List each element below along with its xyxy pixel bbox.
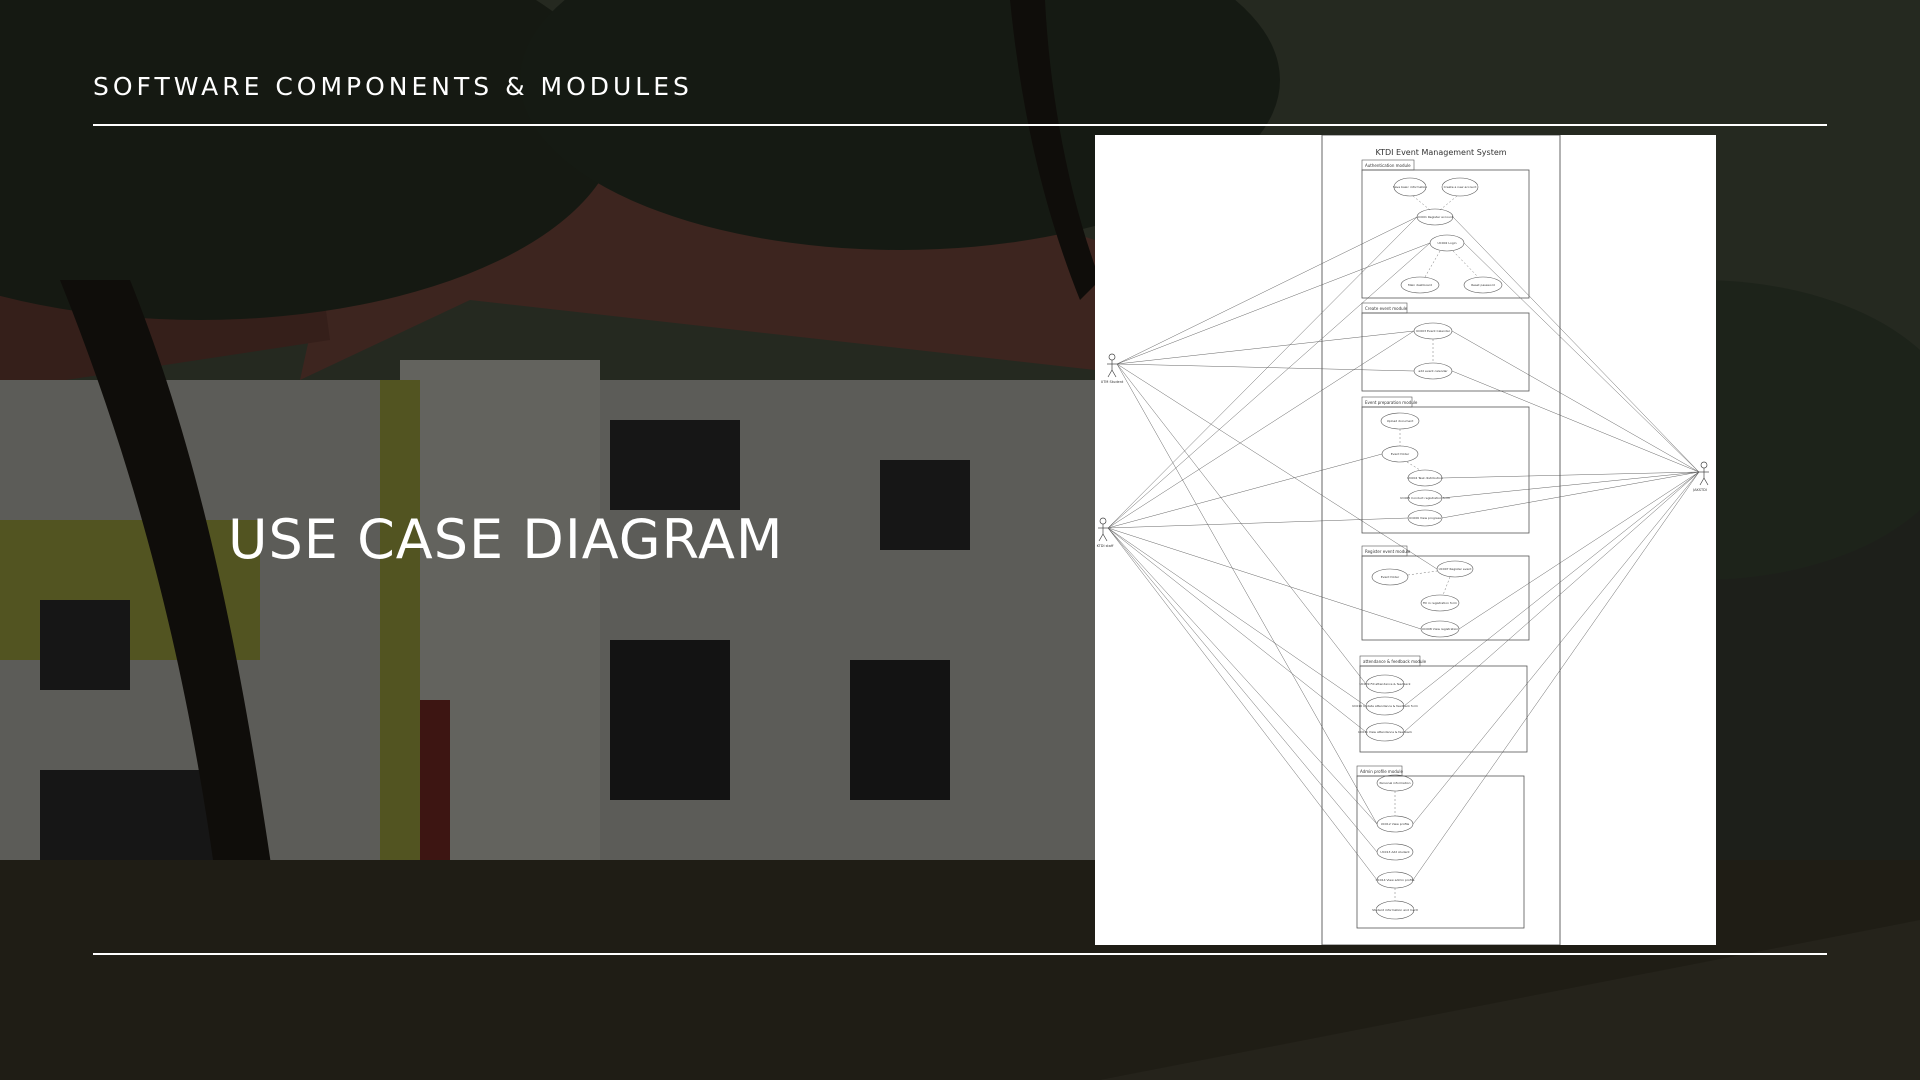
module-title: Authentication module [1365,163,1411,168]
use-case-label: Upload document [1387,419,1414,423]
use-case-label: UC004 Task distribution [1407,476,1443,480]
slide-title: USE CASE DIAGRAM [228,508,784,571]
module-event-preparation: Event preparation module Upload document… [1361,396,1530,534]
section-title: SOFTWARE COMPONENTS & MODULES [93,72,693,101]
use-case-label: UC007 Register event [1439,567,1473,571]
actor-label: KTDI staff [1097,544,1114,548]
use-case-label: UC012 View profile [1381,822,1410,826]
use-case-label: UC009 Fill attendance & feedback [1359,682,1410,686]
use-case-label: UC003 Event Calendar [1416,329,1451,333]
use-case-label: Save basic information [1393,185,1427,189]
use-case-label: Fill in registration form [1423,601,1457,605]
module-title: Admin profile module [1360,769,1403,774]
use-case-label: Personal information [1379,781,1410,785]
use-case-label: UC013 Add student [1380,850,1410,854]
use-case-label: Student information and merit [1372,908,1418,912]
module-create-event: Create event module UC003 Event Calendar… [1361,302,1530,392]
use-case-label: UC014 View admin profile [1376,878,1415,882]
use-case-label: add event calendar [1418,369,1448,373]
bottom-divider [93,953,1827,955]
system-title: KTDI Event Management System [1375,148,1506,157]
actor-utm-student: UTM Student [1101,353,1124,384]
use-case-label: UC008 View registration [1422,627,1458,631]
top-divider [93,124,1827,126]
use-case-diagram-svg: KTDI Event Management System Authenticat… [1097,135,1709,945]
use-case-label: Event folder [1381,575,1400,579]
use-case-label: Main dashboard [1408,283,1432,287]
use-case-label: UC006 View progress [1409,516,1441,520]
module-title: attendance & feedback module [1363,659,1427,664]
use-case-diagram: KTDI Event Management System Authenticat… [1095,135,1716,945]
actor-ktdi-staff: KTDI staff [1097,517,1114,548]
module-attendance-feedback: attendance & feedback module UC009 Fill … [1352,655,1528,753]
use-case-label: Event folder [1391,452,1410,456]
use-case-label: UC002 Login [1437,241,1456,245]
module-authentication: Authentication module Save basic informa… [1361,159,1530,299]
module-title: Create event module [1365,306,1408,311]
module-register-event: Register event module Event folder UC007… [1361,545,1530,641]
use-case-label: UC010 Update attendance & feedback form [1352,704,1418,708]
module-title: Register event module [1365,549,1411,554]
module-title: Event preparation module [1365,400,1418,405]
use-case-label: UC001 Register account [1417,215,1454,219]
actor-label: JAKSTDI [1692,488,1707,492]
use-case-label: Create a new account [1444,185,1478,189]
use-case-label: Reset password [1471,283,1495,287]
actor-label: UTM Student [1101,380,1124,384]
